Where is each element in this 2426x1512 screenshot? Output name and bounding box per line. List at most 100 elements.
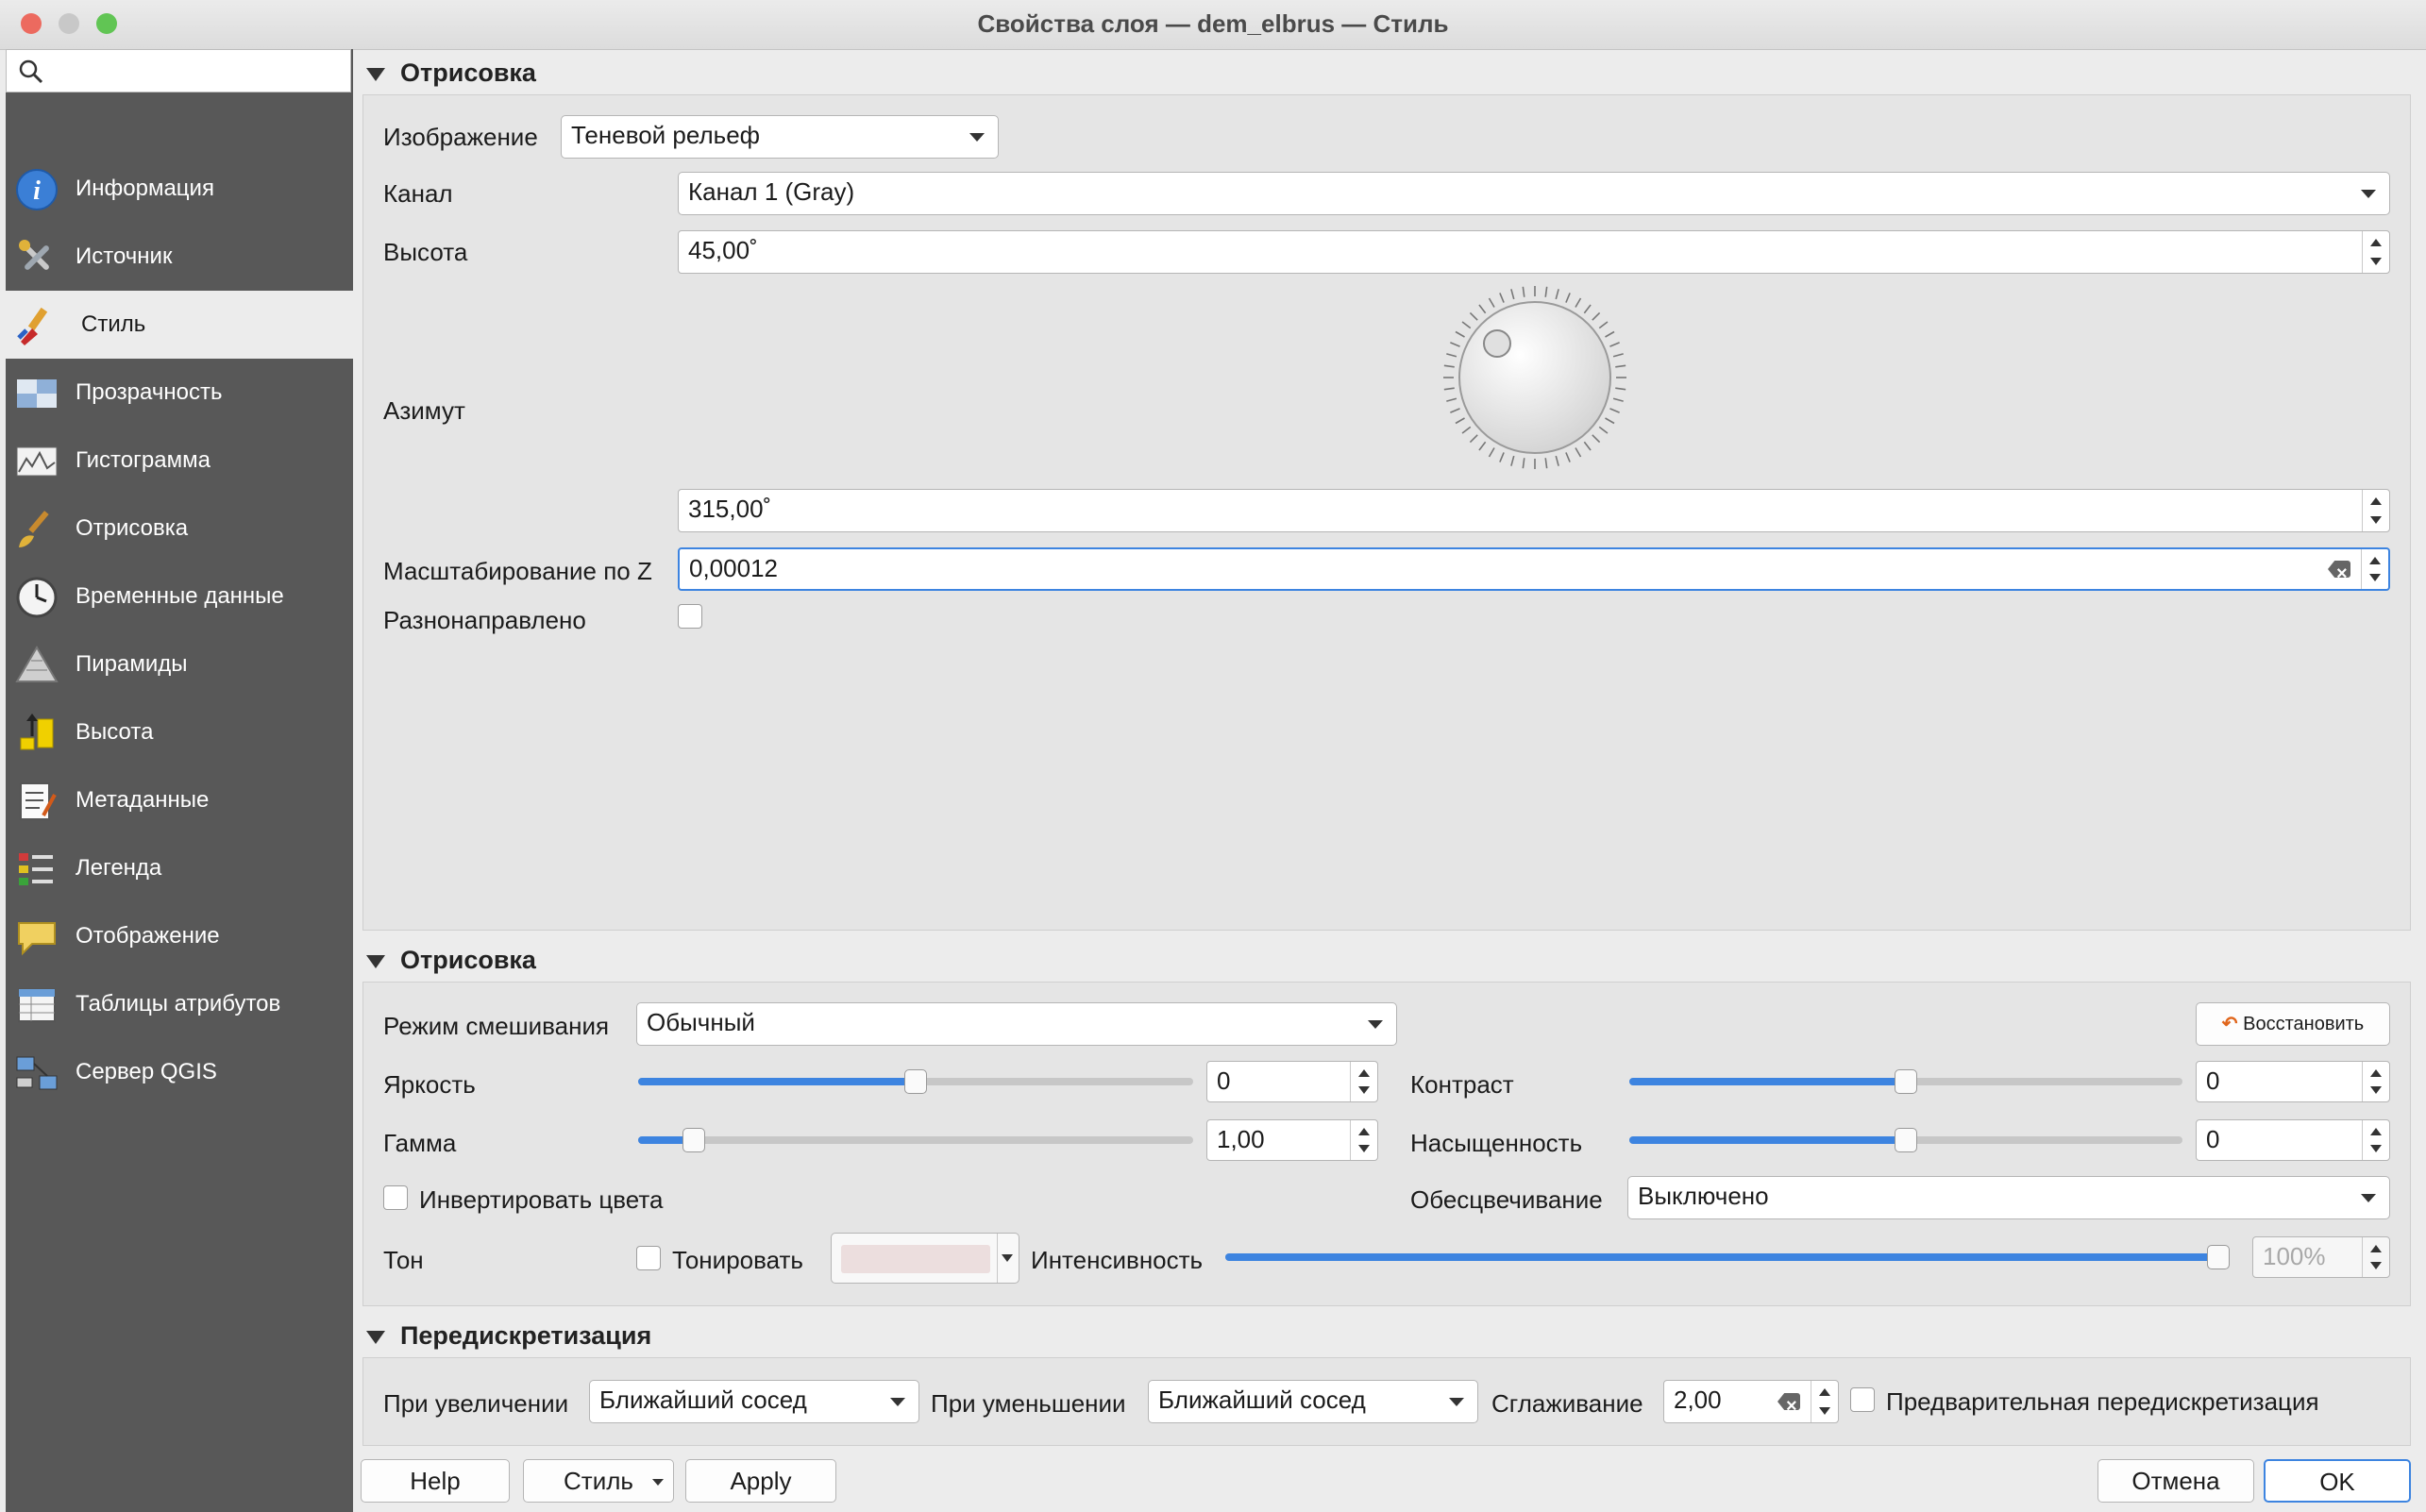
brightness-slider-handle[interactable] xyxy=(904,1069,927,1094)
colorize-label: Тонировать xyxy=(672,1246,803,1274)
contrast-spinbox[interactable]: 0 xyxy=(2196,1061,2390,1102)
intensity-stepper[interactable] xyxy=(2362,1237,2389,1277)
clear-icon[interactable] xyxy=(2328,561,2350,578)
dial-tick xyxy=(1583,304,1592,314)
sidebar-item-label: Высота xyxy=(76,719,154,745)
sidebar-item-4[interactable]: Прозрачность xyxy=(6,359,353,427)
colorize-checkbox[interactable] xyxy=(636,1246,661,1270)
dial-tick xyxy=(1443,387,1455,391)
altitude-stepper[interactable] xyxy=(2362,231,2389,273)
gamma-slider-handle[interactable] xyxy=(682,1128,705,1152)
dial-tick xyxy=(1592,434,1601,444)
sidebar-item-8[interactable]: Пирамиды xyxy=(6,630,353,698)
sidebar-item-6[interactable]: Отрисовка xyxy=(6,495,353,563)
sidebar-item-14[interactable]: Сервер QGIS xyxy=(6,1038,353,1106)
contrast-stepper[interactable] xyxy=(2362,1062,2389,1101)
saturation-slider-handle[interactable] xyxy=(1895,1128,1917,1152)
dial-tick xyxy=(1443,364,1455,368)
color-menu-arrow[interactable] xyxy=(997,1234,1019,1283)
ok-button[interactable]: OK xyxy=(2264,1459,2411,1503)
altitude-spinbox[interactable]: 45,00˚ xyxy=(678,230,2390,274)
intensity-slider-handle[interactable] xyxy=(2207,1245,2230,1269)
gamma-spinbox[interactable]: 1,00 xyxy=(1206,1119,1378,1161)
zscale-spinbox[interactable]: 0,00012 xyxy=(678,547,2390,591)
saturation-slider[interactable] xyxy=(1629,1128,2182,1152)
apply-button[interactable]: Apply xyxy=(685,1459,836,1503)
color-section-header[interactable]: Отрисовка xyxy=(366,946,536,975)
sidebar-item-5[interactable]: Гистограмма xyxy=(6,427,353,495)
sidebar-item-10[interactable]: Метаданные xyxy=(6,766,353,834)
style-menu-button[interactable]: Стиль xyxy=(523,1459,674,1503)
dial-tick xyxy=(1598,321,1609,329)
collapse-triangle-icon xyxy=(366,954,385,968)
brightness-stepper[interactable] xyxy=(1350,1062,1377,1101)
sidebar-item-label: Гистограмма xyxy=(76,447,211,473)
reset-button[interactable]: ↶ Восстановить xyxy=(2196,1002,2390,1046)
clear-icon[interactable] xyxy=(1777,1393,1800,1410)
azimuth-stepper[interactable] xyxy=(2362,490,2389,531)
contrast-slider-handle[interactable] xyxy=(1895,1069,1917,1094)
resample-section-header[interactable]: Передискретизация xyxy=(366,1321,651,1351)
dial-tick xyxy=(1612,353,1624,358)
multidirectional-checkbox[interactable] xyxy=(678,604,702,629)
sidebar-item-7[interactable]: Временные данные xyxy=(6,563,353,630)
dial-tick xyxy=(1446,353,1457,358)
render-type-value: Теневой рельеф xyxy=(571,121,761,149)
clock-icon xyxy=(15,576,59,619)
smoothing-label: Сглаживание xyxy=(1491,1389,1643,1418)
smoothing-stepper[interactable] xyxy=(1811,1381,1838,1422)
render-type-combo[interactable]: Теневой рельеф xyxy=(561,115,999,159)
dial-tick xyxy=(1575,447,1582,458)
azimuth-spinbox[interactable]: 315,00˚ xyxy=(678,489,2390,532)
sidebar-item-2[interactable]: Источник xyxy=(6,223,353,291)
blend-mode-combo[interactable]: Обычный xyxy=(636,1002,1397,1046)
early-resample-checkbox[interactable] xyxy=(1850,1387,1875,1412)
sidebar-item-11[interactable]: Легенда xyxy=(6,834,353,902)
grayscale-combo[interactable]: Выключено xyxy=(1627,1176,2390,1219)
brightness-slider[interactable] xyxy=(638,1069,1193,1094)
invert-colors-checkbox[interactable] xyxy=(383,1185,408,1210)
dial-tick xyxy=(1605,417,1615,425)
sidebar-item-1[interactable]: i Информация xyxy=(6,155,353,223)
dial-tick xyxy=(1446,397,1457,402)
sidebar-item-12[interactable]: Отображение xyxy=(6,902,353,970)
sidebar-item-3[interactable]: Стиль xyxy=(6,291,353,359)
chevron-down-icon xyxy=(969,133,985,142)
dial-tick xyxy=(1609,342,1620,347)
hue-label: Тон xyxy=(383,1246,424,1274)
azimuth-dial[interactable] xyxy=(1431,283,1639,472)
gamma-slider[interactable] xyxy=(638,1128,1193,1152)
server-icon xyxy=(15,1051,59,1095)
saturation-stepper[interactable] xyxy=(2362,1120,2389,1160)
render-section-header[interactable]: Отрисовка xyxy=(366,59,536,88)
dial-tick xyxy=(1544,286,1548,297)
saturation-spinbox[interactable]: 0 xyxy=(2196,1119,2390,1161)
sidebar-item-13[interactable]: Таблицы атрибутов xyxy=(6,970,353,1038)
contrast-slider[interactable] xyxy=(1629,1069,2182,1094)
zscale-stepper[interactable] xyxy=(2361,549,2388,589)
zoomed-in-combo[interactable]: Ближайший сосед xyxy=(589,1380,919,1423)
dial-tick xyxy=(1488,447,1495,458)
undo-icon: ↶ xyxy=(2221,1014,2238,1034)
band-combo[interactable]: Канал 1 (Gray) xyxy=(678,172,2390,215)
brightness-spinbox[interactable]: 0 xyxy=(1206,1061,1378,1102)
search-input[interactable] xyxy=(6,49,351,92)
sidebar-item-9[interactable]: Высота xyxy=(6,698,353,766)
color-swatch xyxy=(841,1245,990,1273)
chevron-down-icon xyxy=(890,1398,905,1406)
intensity-spinbox[interactable]: 100% xyxy=(2252,1236,2390,1278)
intensity-slider[interactable] xyxy=(1225,1245,2230,1269)
azimuth-value: 315,00˚ xyxy=(688,495,772,523)
color-picker-button[interactable] xyxy=(831,1233,1019,1284)
blend-mode-label: Режим смешивания xyxy=(383,1012,610,1040)
sidebar-item-label: Отображение xyxy=(76,923,220,949)
search-icon xyxy=(19,59,43,84)
zoomed-out-combo[interactable]: Ближайший сосед xyxy=(1148,1380,1478,1423)
brush-icon xyxy=(15,508,59,551)
gamma-stepper[interactable] xyxy=(1350,1120,1377,1160)
smoothing-spinbox[interactable]: 2,00 xyxy=(1663,1380,1839,1423)
chevron-down-icon xyxy=(2361,190,2376,198)
help-button[interactable]: Help xyxy=(361,1459,510,1503)
cancel-button[interactable]: Отмена xyxy=(2097,1459,2254,1503)
sidebar-item-label: Сервер QGIS xyxy=(76,1059,217,1084)
